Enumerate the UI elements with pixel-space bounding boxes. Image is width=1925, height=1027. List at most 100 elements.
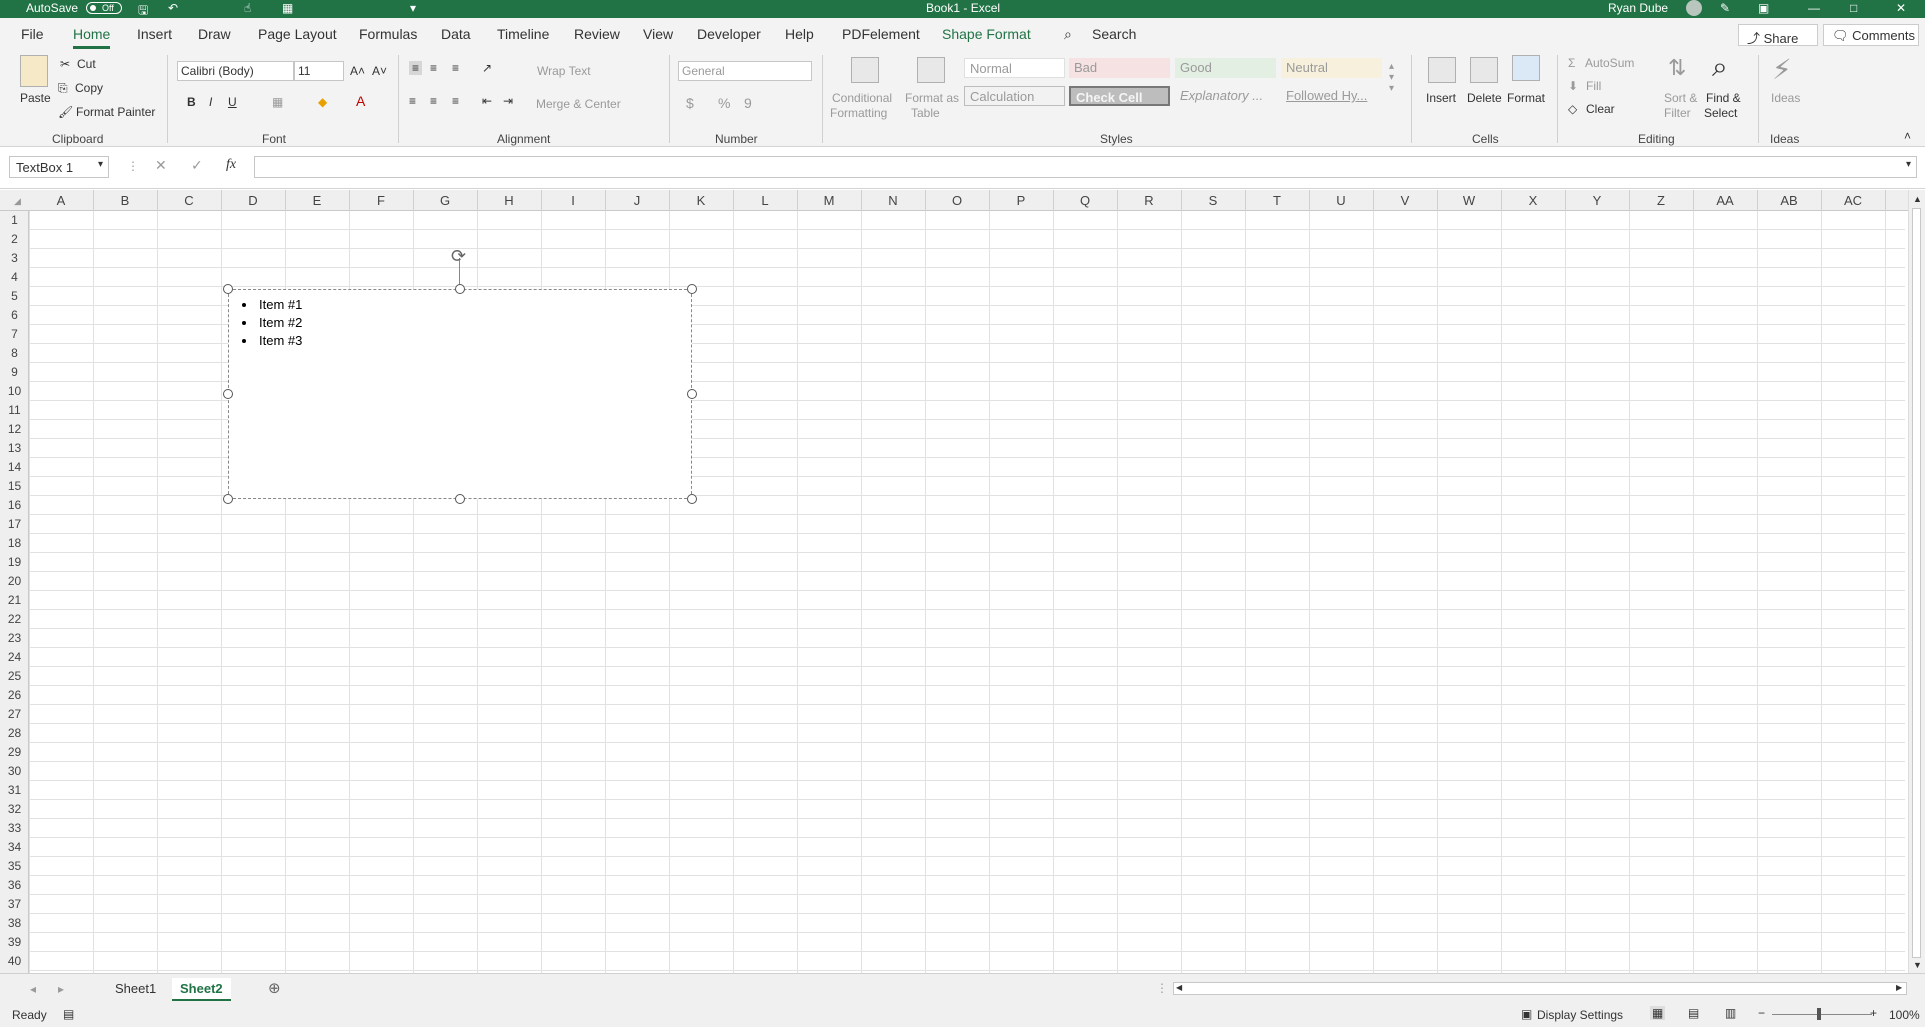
style-explanatory[interactable]: Explanatory ... bbox=[1175, 86, 1276, 106]
pen-icon[interactable]: ✎ bbox=[1720, 1, 1730, 15]
increase-font-icon[interactable]: A˄ bbox=[350, 64, 365, 78]
format-cells-button[interactable]: Format bbox=[1507, 91, 1545, 105]
cut-icon[interactable]: ✂ bbox=[60, 57, 70, 71]
scroll-thumb[interactable] bbox=[1912, 208, 1921, 958]
resize-handle[interactable] bbox=[455, 494, 465, 504]
tab-pdfelement[interactable]: PDFelement bbox=[842, 26, 920, 42]
customize-toolbar-icon[interactable]: ▾ bbox=[410, 1, 416, 15]
resize-handle[interactable] bbox=[223, 494, 233, 504]
scroll-left-icon[interactable]: ◀ bbox=[1176, 983, 1182, 992]
column-header[interactable]: AA bbox=[1693, 193, 1757, 208]
close-icon[interactable]: ✕ bbox=[1896, 1, 1906, 15]
tab-draw[interactable]: Draw bbox=[198, 26, 231, 42]
tab-data[interactable]: Data bbox=[441, 26, 471, 42]
row-header[interactable]: 36 bbox=[0, 878, 29, 892]
clear-button[interactable]: Clear bbox=[1586, 102, 1615, 116]
tab-sheet1[interactable]: Sheet1 bbox=[107, 978, 164, 999]
delete-cells-icon[interactable] bbox=[1470, 57, 1498, 83]
italic-button[interactable]: I bbox=[209, 95, 212, 109]
row-header[interactable]: 37 bbox=[0, 897, 29, 911]
row-header[interactable]: 35 bbox=[0, 859, 29, 873]
sort-filter-button[interactable]: Sort & bbox=[1664, 91, 1697, 105]
merge-center-button[interactable]: Merge & Center bbox=[536, 97, 621, 111]
rotate-handle-icon[interactable]: ⟳ bbox=[451, 246, 466, 267]
comments-button[interactable]: 🗨 Comments bbox=[1823, 24, 1919, 46]
scroll-down-icon[interactable]: ▼ bbox=[1913, 960, 1922, 970]
row-header[interactable]: 12 bbox=[0, 422, 29, 436]
row-header[interactable]: 33 bbox=[0, 821, 29, 835]
column-header[interactable]: T bbox=[1245, 193, 1309, 208]
format-painter-icon[interactable]: 🖌 bbox=[58, 105, 73, 119]
user-name[interactable]: Ryan Dube bbox=[1608, 1, 1668, 15]
column-header[interactable]: K bbox=[669, 193, 733, 208]
row-header[interactable]: 27 bbox=[0, 707, 29, 721]
row-header[interactable]: 28 bbox=[0, 726, 29, 740]
column-header[interactable]: N bbox=[861, 193, 925, 208]
format-painter-button[interactable]: Format Painter bbox=[76, 105, 155, 119]
column-header[interactable]: L bbox=[733, 193, 797, 208]
currency-button[interactable]: $ bbox=[686, 95, 694, 111]
tab-view[interactable]: View bbox=[643, 26, 673, 42]
delete-cells-button[interactable]: Delete bbox=[1467, 91, 1502, 105]
decrease-font-icon[interactable]: A˅ bbox=[372, 64, 387, 78]
list-item[interactable]: Item #1 bbox=[257, 297, 302, 315]
column-header[interactable]: A bbox=[29, 193, 93, 208]
column-header[interactable]: P bbox=[989, 193, 1053, 208]
orientation-icon[interactable]: ↗ bbox=[482, 61, 492, 75]
insert-cells-button[interactable]: Insert bbox=[1426, 91, 1456, 105]
tab-help[interactable]: Help bbox=[785, 26, 814, 42]
cancel-icon[interactable]: ✕ bbox=[155, 157, 167, 174]
ribbon-display-icon[interactable]: ▣ bbox=[1758, 1, 1769, 15]
select-all-icon[interactable]: ◢ bbox=[14, 196, 21, 207]
conditional-formatting-icon[interactable] bbox=[851, 57, 879, 83]
row-header[interactable]: 3 bbox=[0, 251, 29, 265]
zoom-slider[interactable] bbox=[1772, 1014, 1872, 1015]
comma-button[interactable]: 9 bbox=[744, 95, 752, 111]
row-header[interactable]: 30 bbox=[0, 764, 29, 778]
row-header[interactable]: 21 bbox=[0, 593, 29, 607]
row-header[interactable]: 14 bbox=[0, 460, 29, 474]
copy-button[interactable]: Copy bbox=[75, 81, 103, 95]
name-box[interactable]: TextBox 1 bbox=[9, 156, 109, 178]
scroll-up-icon[interactable]: ▲ bbox=[1913, 194, 1922, 204]
textbox-shape[interactable]: Item #1 Item #2 Item #3 bbox=[228, 289, 692, 499]
ideas-button[interactable]: Ideas bbox=[1771, 91, 1800, 105]
row-header[interactable]: 17 bbox=[0, 517, 29, 531]
fill-icon[interactable]: ⬇ bbox=[1568, 79, 1578, 93]
row-header[interactable]: 13 bbox=[0, 441, 29, 455]
row-header[interactable]: 16 bbox=[0, 498, 29, 512]
row-header[interactable]: 40 bbox=[0, 954, 29, 968]
row-header[interactable]: 23 bbox=[0, 631, 29, 645]
search-icon[interactable]: ⌕ bbox=[1064, 26, 1072, 43]
style-normal[interactable]: Normal bbox=[964, 58, 1065, 78]
resize-handle[interactable] bbox=[223, 284, 233, 294]
insert-cells-icon[interactable] bbox=[1428, 57, 1456, 83]
display-settings-icon[interactable]: ▣ bbox=[1521, 1007, 1532, 1021]
style-bad[interactable]: Bad bbox=[1069, 58, 1170, 78]
find-select-button[interactable]: Find & bbox=[1706, 91, 1741, 105]
resize-handle[interactable] bbox=[687, 494, 697, 504]
vertical-scrollbar[interactable]: ▲ ▼ bbox=[1908, 190, 1925, 973]
column-header[interactable]: AB bbox=[1757, 193, 1821, 208]
column-header[interactable]: E bbox=[285, 193, 349, 208]
column-header[interactable]: X bbox=[1501, 193, 1565, 208]
row-header[interactable]: 34 bbox=[0, 840, 29, 854]
bold-button[interactable]: B bbox=[187, 95, 196, 109]
row-header[interactable]: 38 bbox=[0, 916, 29, 930]
style-check-cell[interactable]: Check Cell bbox=[1069, 86, 1170, 106]
scroll-right-icon[interactable]: ▶ bbox=[1896, 983, 1902, 992]
conditional-formatting-button[interactable]: Conditional bbox=[832, 91, 892, 105]
formula-input[interactable] bbox=[254, 156, 1917, 178]
tab-insert[interactable]: Insert bbox=[137, 26, 172, 42]
align-center-icon[interactable]: ≡ bbox=[430, 94, 437, 108]
font-size-select[interactable]: 11 bbox=[294, 61, 344, 81]
minimize-icon[interactable]: — bbox=[1808, 1, 1820, 15]
tab-page-layout[interactable]: Page Layout bbox=[258, 26, 337, 42]
find-select-icon[interactable]: ⌕ bbox=[1712, 51, 1728, 84]
column-header[interactable]: W bbox=[1437, 193, 1501, 208]
zoom-level[interactable]: 100% bbox=[1889, 1008, 1920, 1022]
tab-developer[interactable]: Developer bbox=[697, 26, 761, 42]
align-right-icon[interactable]: ≡ bbox=[452, 94, 459, 108]
align-left-icon[interactable]: ≡ bbox=[409, 94, 416, 108]
paste-button[interactable]: Paste bbox=[20, 91, 51, 105]
